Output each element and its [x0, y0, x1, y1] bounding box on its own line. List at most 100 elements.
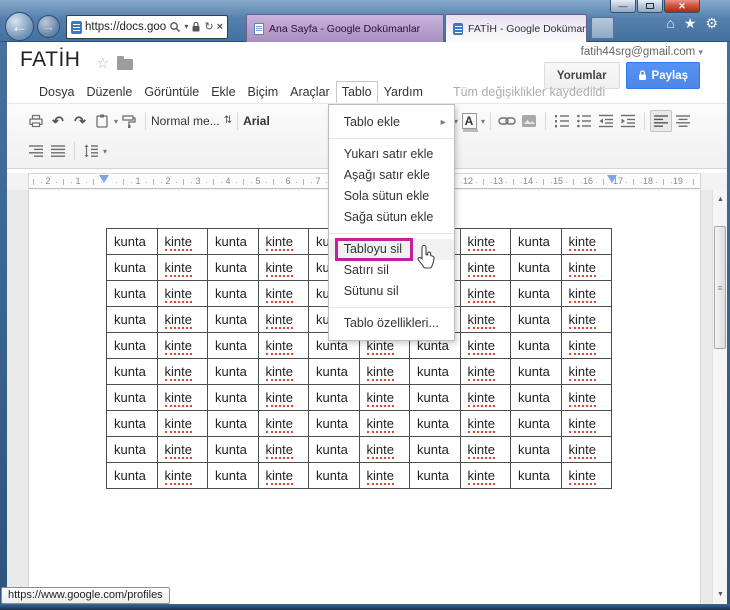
address-bar[interactable]: https://docs.goo... ▾ ↻ ×: [66, 15, 228, 39]
table-cell[interactable]: kunta: [409, 436, 461, 463]
table-cell[interactable]: kinte: [459, 358, 511, 385]
table-cell[interactable]: kunta: [409, 410, 461, 437]
paint-format-button[interactable]: [118, 110, 140, 132]
table-cell[interactable]: kinte: [257, 228, 309, 255]
url-text[interactable]: https://docs.goo...: [85, 21, 166, 33]
table-cell[interactable]: kunta: [106, 280, 158, 307]
back-button[interactable]: ←: [5, 12, 34, 41]
table-cell[interactable]: kunta: [308, 462, 360, 489]
align-center-button[interactable]: [672, 110, 694, 132]
table-cell[interactable]: kinte: [560, 410, 612, 437]
font-dropdown[interactable]: Arial: [243, 112, 270, 130]
table-cell[interactable]: kinte: [560, 332, 612, 359]
table-cell[interactable]: kinte: [560, 254, 612, 281]
table-cell[interactable]: kunta: [409, 384, 461, 411]
menubar-item-dosya[interactable]: Dosya: [33, 81, 80, 103]
menubar-item-düzenle[interactable]: Düzenle: [80, 81, 138, 103]
table-cell[interactable]: kinte: [358, 462, 410, 489]
table-cell[interactable]: kunta: [207, 436, 259, 463]
menubar-item-ekle[interactable]: Ekle: [205, 81, 241, 103]
highlight-color-button[interactable]: A: [458, 110, 480, 132]
table-cell[interactable]: kunta: [409, 462, 461, 489]
forward-button[interactable]: →: [37, 15, 60, 38]
table-cell[interactable]: kinte: [358, 436, 410, 463]
tab-ana-sayfa[interactable]: Ana Sayfa - Google Dokümanlar: [246, 14, 444, 42]
table-cell[interactable]: kinte: [257, 254, 309, 281]
stop-icon[interactable]: ×: [217, 21, 223, 33]
table-cell[interactable]: kinte: [459, 254, 511, 281]
table-cell[interactable]: kunta: [106, 228, 158, 255]
table-cell[interactable]: kinte: [358, 384, 410, 411]
table-cell[interactable]: kunta: [106, 410, 158, 437]
undo-button[interactable]: ↶: [47, 110, 69, 132]
account-menu[interactable]: fatih44srg@gmail.com ▾: [581, 46, 703, 58]
table-cell[interactable]: kinte: [560, 306, 612, 333]
table-cell[interactable]: kunta: [308, 358, 360, 385]
table-cell[interactable]: kinte: [560, 462, 612, 489]
tab-fatih[interactable]: FATİH - Google Dokümanlar ✕: [445, 14, 587, 42]
refresh-icon[interactable]: ↻: [204, 21, 213, 33]
numbered-list-button[interactable]: [551, 110, 573, 132]
table-cell[interactable]: kunta: [207, 254, 259, 281]
table-cell[interactable]: kunta: [207, 358, 259, 385]
print-button[interactable]: [25, 110, 47, 132]
table-cell[interactable]: kinte: [459, 280, 511, 307]
bulleted-list-button[interactable]: [573, 110, 595, 132]
menu-item-tablo-özellikleri[interactable]: Tablo özellikleri...: [329, 313, 454, 334]
table-cell[interactable]: kunta: [308, 436, 360, 463]
table-cell[interactable]: kinte: [257, 280, 309, 307]
insert-link-button[interactable]: [496, 110, 518, 132]
table-cell[interactable]: kunta: [106, 358, 158, 385]
right-indent-marker[interactable]: [607, 175, 617, 183]
table-cell[interactable]: kunta: [106, 462, 158, 489]
table-cell[interactable]: kinte: [156, 384, 208, 411]
table-cell[interactable]: kunta: [207, 410, 259, 437]
increase-indent-button[interactable]: [617, 110, 639, 132]
scroll-down-icon[interactable]: ▼: [713, 587, 727, 602]
table-cell[interactable]: kunta: [510, 462, 562, 489]
styles-dropdown[interactable]: Normal me... ⇅: [151, 114, 232, 128]
menu-item-yukarı-satır-ekle[interactable]: Yukarı satır ekle: [329, 144, 454, 165]
favorites-icon[interactable]: ★: [684, 15, 697, 32]
table-cell[interactable]: kinte: [358, 410, 410, 437]
table-cell[interactable]: kunta: [510, 410, 562, 437]
menu-item-aşağı-satır-ekle[interactable]: Aşağı satır ekle: [329, 165, 454, 186]
table-cell[interactable]: kunta: [207, 462, 259, 489]
settings-gear-icon[interactable]: ⚙: [705, 15, 718, 32]
highlight-dropdown-icon[interactable]: ▾: [481, 117, 485, 126]
table-cell[interactable]: kinte: [459, 306, 511, 333]
table-cell[interactable]: kunta: [308, 384, 360, 411]
folder-icon[interactable]: [117, 56, 133, 70]
table-cell[interactable]: kinte: [459, 410, 511, 437]
menubar-item-biçim[interactable]: Biçim: [242, 81, 285, 103]
table-cell[interactable]: kinte: [156, 410, 208, 437]
table-cell[interactable]: kinte: [156, 358, 208, 385]
menubar-item-görüntüle[interactable]: Görüntüle: [138, 81, 205, 103]
menu-item-tablo-ekle[interactable]: Tablo ekle ▸: [329, 112, 454, 133]
menubar-item-yardım[interactable]: Yardım: [378, 81, 429, 103]
menubar-item-tablo[interactable]: Tablo Tablo ekle ▸ Yukarı satır ekle Aşağı s…: [327, 80, 455, 341]
table-cell[interactable]: kinte: [560, 358, 612, 385]
search-dropdown-icon[interactable]: ▾: [184, 23, 188, 31]
insert-image-button[interactable]: [518, 110, 540, 132]
table-cell[interactable]: kunta: [106, 306, 158, 333]
table-cell[interactable]: kunta: [409, 358, 461, 385]
table-cell[interactable]: kinte: [459, 228, 511, 255]
vertical-scrollbar[interactable]: ▲ ≡ ▼: [712, 190, 727, 604]
table-cell[interactable]: kinte: [257, 462, 309, 489]
redo-button[interactable]: ↷: [69, 110, 91, 132]
table-cell[interactable]: kinte: [156, 254, 208, 281]
table-cell[interactable]: kinte: [459, 384, 511, 411]
table-cell[interactable]: kinte: [560, 280, 612, 307]
table-cell[interactable]: kunta: [106, 254, 158, 281]
table-cell[interactable]: kinte: [257, 358, 309, 385]
table-cell[interactable]: kunta: [510, 358, 562, 385]
table-cell[interactable]: kunta: [510, 332, 562, 359]
share-button[interactable]: Paylaş: [625, 62, 700, 89]
align-left-button[interactable]: [650, 110, 673, 132]
table-cell[interactable]: kunta: [510, 228, 562, 255]
table-cell[interactable]: kinte: [156, 462, 208, 489]
paste-button[interactable]: [91, 110, 113, 132]
table-cell[interactable]: kinte: [560, 228, 612, 255]
menu-item-sağa-sütun-ekle[interactable]: Sağa sütun ekle: [329, 207, 454, 228]
